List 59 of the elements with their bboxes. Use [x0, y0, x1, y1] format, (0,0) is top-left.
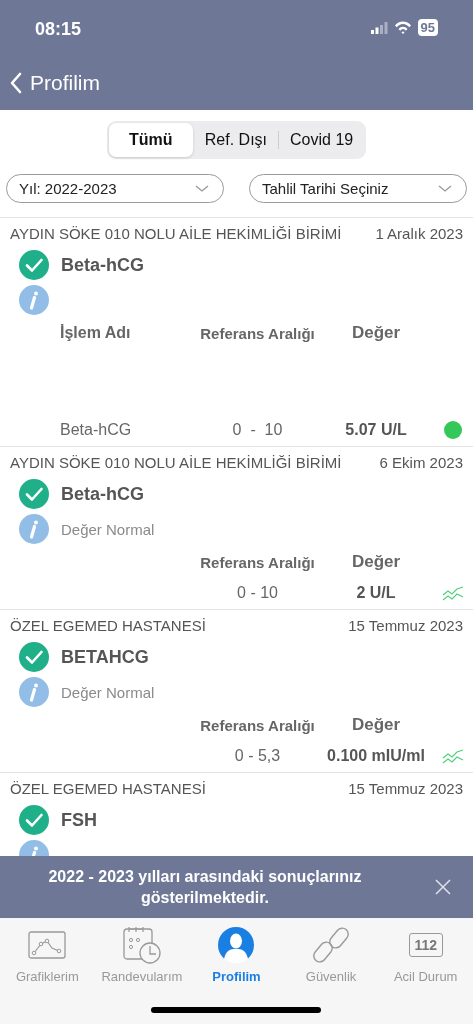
table-cell: Beta-hCG [60, 421, 132, 439]
column-header: İşlem Adı [60, 324, 131, 342]
result-note: Değer Normal [61, 520, 155, 538]
check-icon [19, 479, 49, 509]
institution-name: AYDIN SÖKE 010 NOLU AİLE HEKİMLİĞİ BİRİMİ [10, 453, 342, 471]
column-header: Referans Aralığı [200, 553, 315, 571]
trend-icon[interactable] [441, 748, 464, 764]
wifi-icon [393, 21, 412, 34]
result-date: 15 Temmuz 2023 [348, 616, 463, 634]
institution-name: ÖZEL EGEMED HASTANESİ [10, 779, 206, 797]
result-date: 15 Temmuz 2023 [348, 779, 463, 797]
chevron-down-icon [195, 185, 209, 192]
result-date: 1 Aralık 2023 [375, 224, 463, 242]
column-header: Referans Aralığı [200, 716, 315, 734]
check-icon [19, 250, 49, 280]
chart-icon [28, 930, 67, 960]
back-icon[interactable] [10, 71, 22, 94]
dropdown-field[interactable]: Tahlil Tarihi Seçiniz [249, 174, 467, 203]
result-note: Değer Normal [61, 683, 155, 701]
segment-tab[interactable]: Tümü [108, 123, 193, 157]
tab-bar-item[interactable]: 112 Acil Durum [378, 926, 473, 984]
table-cell: 0 - 5,3 [234, 747, 281, 765]
close-icon[interactable] [435, 879, 451, 895]
column-header: Değer [351, 323, 401, 343]
test-name: Beta-hCG [61, 483, 144, 505]
segment-tab[interactable]: Covid 19 [279, 123, 365, 157]
segment-tab[interactable]: Ref. Dışı [193, 123, 279, 157]
column-header: Değer [351, 552, 401, 572]
profile-icon [218, 927, 255, 963]
signal-icon [370, 21, 388, 34]
institution-name: ÖZEL EGEMED HASTANESİ [10, 616, 206, 634]
emergency-number-icon: 112 [408, 933, 443, 957]
test-name: Beta-hCG [61, 254, 144, 276]
column-header: Referans Aralığı [200, 324, 315, 342]
info-icon [19, 285, 49, 315]
info-icon [19, 514, 49, 544]
test-name: FSH [61, 809, 97, 831]
table-cell: 0.100 mIU/ml [327, 747, 425, 765]
clock-time: 08:15 [35, 18, 82, 40]
institution-name: AYDIN SÖKE 010 NOLU AİLE HEKİMLİĞİ BİRİMİ [10, 224, 342, 242]
screen-title: Profilim [30, 70, 100, 95]
dropdown-field[interactable]: Yıl: 2022-2023 [6, 174, 224, 203]
check-icon [19, 642, 49, 672]
link-icon [313, 926, 350, 964]
result-date: 6 Ekim 2023 [379, 453, 463, 471]
table-cell: 0 - 10 [232, 421, 283, 439]
trend-icon[interactable] [441, 585, 464, 601]
info-icon [19, 677, 49, 707]
test-name: BETAHCG [61, 646, 149, 668]
toast-message: 2022 - 2023 yılları arasındaki sonuçlarınız gösterilmektedir. [47, 867, 363, 908]
table-cell: 0 - 10 [237, 584, 278, 602]
battery-level: 95 [417, 19, 438, 36]
table-cell: 5.07 U/L [345, 421, 407, 439]
chevron-down-icon [438, 185, 452, 192]
calendar-clock-icon [122, 926, 161, 964]
column-header: Değer [351, 715, 401, 735]
check-icon [19, 805, 49, 835]
table-cell: 2 U/L [356, 584, 396, 602]
tab-bar-item[interactable]: Profilim [189, 926, 284, 984]
